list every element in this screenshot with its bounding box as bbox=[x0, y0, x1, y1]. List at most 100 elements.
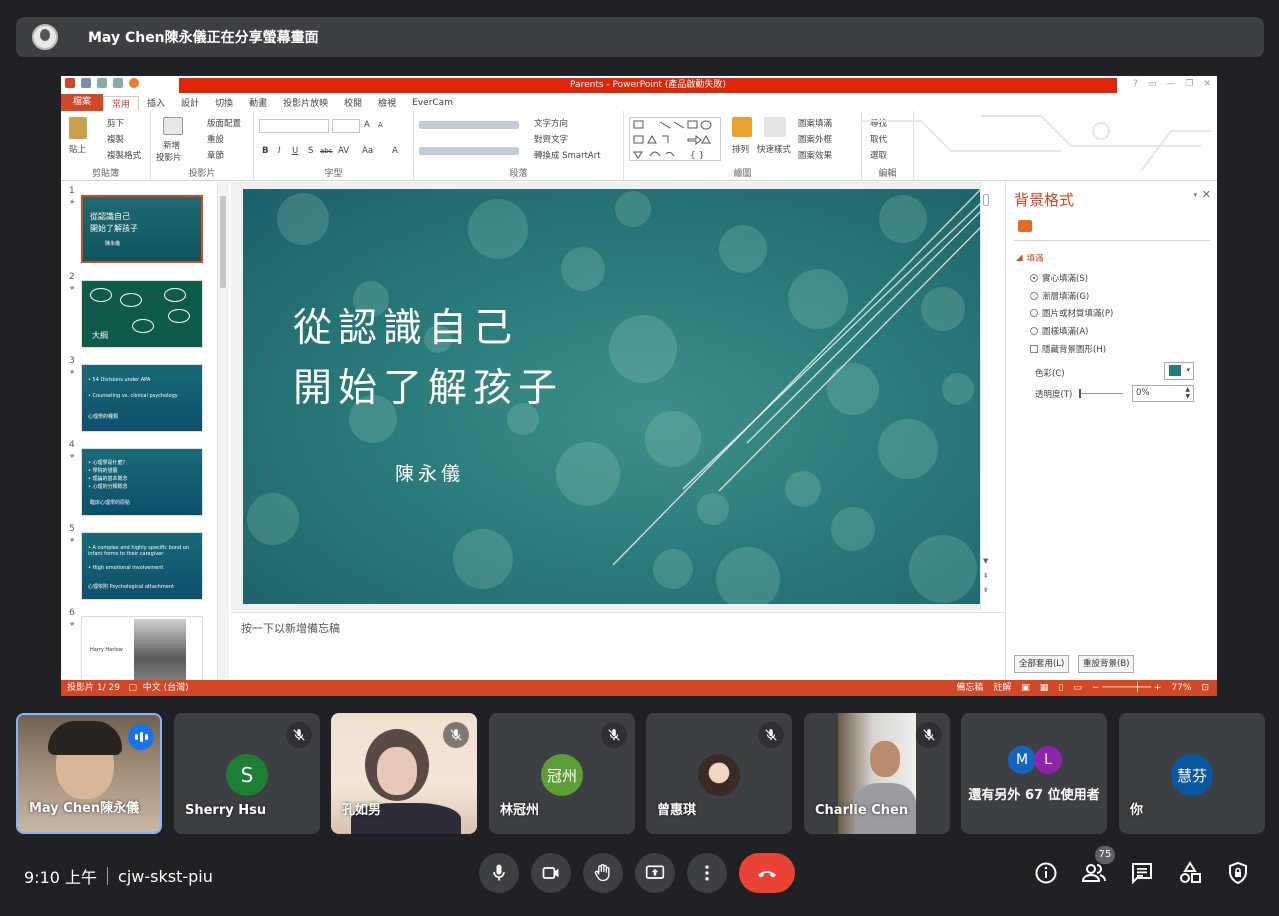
radio[interactable] bbox=[1030, 292, 1038, 300]
notes-toggle[interactable]: 備忘稿 bbox=[956, 680, 983, 696]
participant-tile-lin[interactable]: 冠州 林冠州 bbox=[489, 713, 635, 834]
tab-slideshow[interactable]: 投影片放映 bbox=[275, 96, 336, 109]
char-spacing-button[interactable]: AV bbox=[338, 146, 349, 156]
scrollbar-thumb[interactable] bbox=[220, 196, 226, 288]
participant-tile-self[interactable]: 慧芬 你 bbox=[1119, 713, 1265, 834]
pane-close-icon[interactable]: ✕ bbox=[1202, 188, 1211, 201]
smartart-button[interactable]: 轉換成 SmartArt bbox=[534, 149, 601, 161]
paste-icon[interactable] bbox=[69, 117, 87, 139]
tab-file[interactable]: 檔案 bbox=[61, 94, 104, 111]
ribbon-display-icon[interactable]: ▭ bbox=[1148, 79, 1157, 89]
slide-thumbnail-1[interactable]: 從認識自己 開始了解孩子 陳永儀 bbox=[81, 195, 203, 263]
participant-tile-tseng[interactable]: 曾惠琪 bbox=[646, 713, 792, 834]
format-painter-button[interactable]: 複製格式 bbox=[107, 149, 141, 161]
thumbnails-scrollbar[interactable] bbox=[217, 182, 229, 680]
hide-graphics-option[interactable]: 隱藏背景圖形(H) bbox=[1030, 343, 1106, 355]
new-slide-icon[interactable] bbox=[163, 117, 183, 135]
slide-title-line2[interactable]: 開始了解孩子 bbox=[293, 357, 563, 413]
slide-thumbnail-4[interactable]: • 心理學是什麼？ • 學院的發展 • 理論的基本概念 • 心理的分類概念 臨床… bbox=[81, 448, 203, 516]
slide-thumbnail-3[interactable]: • 54 Divisions under APA • Counseling vs… bbox=[81, 364, 203, 432]
shape-outline-button[interactable]: 圖案外框 bbox=[798, 133, 832, 145]
activities-icon[interactable] bbox=[1177, 860, 1203, 886]
color-picker-button[interactable]: ▾ bbox=[1164, 362, 1194, 380]
reading-view-icon[interactable]: ▯ bbox=[1058, 680, 1063, 696]
checkbox[interactable] bbox=[1030, 345, 1038, 353]
font-size-field[interactable] bbox=[332, 119, 360, 133]
tab-review[interactable]: 校閱 bbox=[336, 96, 370, 109]
bold-button[interactable]: B bbox=[262, 146, 268, 156]
alignment-tools-icon[interactable] bbox=[419, 147, 519, 155]
radio[interactable] bbox=[1030, 327, 1038, 335]
raise-hand-button[interactable] bbox=[583, 853, 623, 893]
tab-insert[interactable]: 插入 bbox=[139, 96, 173, 109]
list-tools-icon[interactable] bbox=[419, 121, 519, 129]
reset-background-button[interactable]: 重設背景(B) bbox=[1078, 655, 1135, 673]
tab-view[interactable]: 檢視 bbox=[370, 96, 404, 109]
radio-selected[interactable] bbox=[1030, 274, 1038, 282]
transparency-slider-track[interactable] bbox=[1079, 393, 1123, 394]
font-color-button[interactable]: A bbox=[392, 146, 398, 156]
shapes-gallery[interactable]: { } bbox=[629, 117, 721, 161]
new-slide-label-2[interactable]: 投影片 bbox=[156, 151, 182, 163]
gradient-fill-option[interactable]: 漸層填滿(G) bbox=[1030, 290, 1089, 302]
spinner-icon[interactable]: ▲ ▼ bbox=[1185, 386, 1190, 400]
text-direction-button[interactable]: 文字方向 bbox=[534, 117, 568, 129]
participant-tile-may-chen[interactable]: May Chen陳永儀 bbox=[16, 713, 162, 834]
language[interactable]: 中文 (台灣) bbox=[143, 683, 189, 693]
pattern-fill-option[interactable]: 圖樣填滿(A) bbox=[1030, 325, 1088, 337]
scrollbar-thumb[interactable] bbox=[983, 194, 989, 206]
tab-animations[interactable]: 動畫 bbox=[241, 96, 275, 109]
slide-scrollbar[interactable]: ▼ ⇞ ⇟ bbox=[980, 182, 991, 610]
participant-tile-kong[interactable]: 孔如男 bbox=[331, 713, 477, 834]
tab-home[interactable]: 常用 bbox=[103, 95, 140, 110]
pane-options-icon[interactable]: ▾ bbox=[1193, 191, 1197, 199]
solid-fill-option[interactable]: 實心填滿(S) bbox=[1030, 272, 1088, 284]
zoom-slider[interactable]: − ──────┼── + bbox=[1092, 680, 1162, 696]
slide-thumbnail-6[interactable]: Harry Harlow bbox=[81, 616, 203, 684]
normal-view-icon[interactable]: ▣ bbox=[1021, 680, 1030, 696]
slideshow-icon[interactable]: ▭ bbox=[1073, 680, 1082, 696]
fit-slide-icon[interactable]: ⊡ bbox=[1201, 680, 1209, 696]
reset-button[interactable]: 重設 bbox=[207, 133, 224, 145]
italic-button[interactable]: I bbox=[278, 146, 281, 156]
transparency-slider-handle[interactable] bbox=[1079, 389, 1081, 398]
participant-tile-charlie[interactable]: Charlie Chen bbox=[804, 713, 950, 834]
tab-evercam[interactable]: EverCam bbox=[404, 98, 461, 108]
host-controls-icon[interactable] bbox=[1225, 860, 1251, 886]
camera-button[interactable] bbox=[531, 853, 571, 893]
help-icon[interactable]: ? bbox=[1133, 79, 1138, 89]
more-options-button[interactable] bbox=[687, 853, 727, 893]
fill-bucket-icon[interactable] bbox=[1018, 220, 1032, 232]
prev-slide-icon[interactable]: ⇞ bbox=[983, 572, 989, 580]
current-slide[interactable]: 從認識自己 開始了解孩子 陳永儀 bbox=[243, 189, 981, 604]
shrink-font-button[interactable]: A bbox=[378, 121, 383, 129]
chat-icon[interactable] bbox=[1129, 860, 1155, 886]
cut-button[interactable]: 剪下 bbox=[107, 117, 124, 129]
present-button[interactable] bbox=[635, 853, 675, 893]
participant-tile-sherry-hsu[interactable]: S Sherry Hsu bbox=[174, 713, 320, 834]
copy-button[interactable]: 複製 bbox=[107, 133, 124, 145]
spellcheck-icon[interactable]: ▢ bbox=[129, 683, 138, 693]
change-case-button[interactable]: Aa bbox=[362, 146, 373, 156]
slide-sorter-icon[interactable]: ▦ bbox=[1040, 680, 1049, 696]
minimize-icon[interactable]: — bbox=[1166, 79, 1175, 89]
arrange-button[interactable]: 排列 bbox=[732, 143, 749, 155]
end-call-button[interactable] bbox=[739, 853, 795, 893]
paste-button[interactable]: 貼上 bbox=[69, 143, 86, 155]
grow-font-button[interactable]: A bbox=[364, 120, 370, 130]
next-slide-icon[interactable]: ⇟ bbox=[983, 586, 989, 594]
evercam-icon[interactable] bbox=[129, 78, 139, 88]
font-name-field[interactable] bbox=[259, 119, 329, 133]
meeting-details-icon[interactable] bbox=[1033, 860, 1059, 886]
tab-transitions[interactable]: 切換 bbox=[207, 96, 241, 109]
redo-icon[interactable] bbox=[113, 78, 123, 88]
slide-thumbnail-2[interactable]: 大綱 bbox=[81, 280, 203, 348]
comments-toggle[interactable]: 註解 bbox=[993, 680, 1011, 696]
participant-tile-others[interactable]: M L 還有另外 67 位使用者 bbox=[961, 713, 1107, 834]
slide-author[interactable]: 陳永儀 bbox=[395, 459, 464, 486]
restore-icon[interactable]: ❐ bbox=[1185, 79, 1193, 89]
slide-title-line1[interactable]: 從認識自己 bbox=[293, 297, 518, 353]
layout-button[interactable]: 版面配置 bbox=[207, 117, 241, 129]
undo-icon[interactable] bbox=[97, 78, 107, 88]
transparency-input[interactable]: 0% ▲ ▼ bbox=[1132, 385, 1194, 402]
